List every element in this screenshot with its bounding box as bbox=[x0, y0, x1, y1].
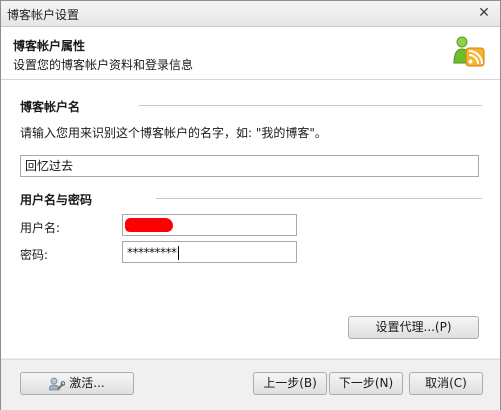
back-button[interactable]: 上一步(B) bbox=[253, 372, 327, 395]
redacted-username bbox=[125, 218, 173, 232]
close-icon: ✕ bbox=[478, 5, 490, 21]
proxy-settings-button[interactable]: 设置代理...(P) bbox=[348, 316, 479, 339]
header-panel: 博客帐户属性 设置您的博客帐户资料和登录信息 bbox=[1, 27, 500, 80]
blog-name-section-title: 博客帐户名 bbox=[20, 100, 81, 114]
user-wrench-icon bbox=[49, 377, 66, 390]
blog-account-icon bbox=[453, 36, 485, 67]
blog-name-hint: 请输入您用来识别这个博客帐户的名字，如: "我的博客"。 bbox=[20, 126, 327, 140]
section-divider bbox=[156, 198, 482, 199]
activate-label: 激活... bbox=[69, 376, 105, 390]
username-input[interactable] bbox=[122, 214, 297, 236]
username-label: 用户名: bbox=[20, 221, 61, 235]
blog-account-settings-dialog: 博客帐户设置 ✕ 博客帐户属性 设置您的博客帐户资料和登录信息 博客帐户名 请输… bbox=[0, 0, 501, 410]
activate-button[interactable]: 激活... bbox=[20, 372, 134, 395]
footer-bar: 激活... 上一步(B) 下一步(N) 取消(C) bbox=[1, 359, 500, 410]
window-title: 博客帐户设置 bbox=[7, 8, 80, 22]
header-subtitle: 设置您的博客帐户资料和登录信息 bbox=[13, 58, 194, 72]
text-caret bbox=[177, 245, 179, 260]
section-divider bbox=[139, 105, 482, 106]
next-button[interactable]: 下一步(N) bbox=[329, 372, 403, 395]
dialog-body: 博客帐户名 请输入您用来识别这个博客帐户的名字，如: "我的博客"。 回忆过去 … bbox=[1, 80, 500, 358]
password-value: ********* bbox=[127, 245, 177, 260]
title-bar: 博客帐户设置 ✕ bbox=[1, 1, 500, 27]
credentials-section-title: 用户名与密码 bbox=[20, 193, 93, 207]
password-input[interactable]: ********* bbox=[122, 241, 297, 263]
password-label: 密码: bbox=[20, 248, 49, 262]
blog-name-input[interactable]: 回忆过去 bbox=[20, 155, 479, 177]
cancel-button[interactable]: 取消(C) bbox=[409, 372, 483, 395]
blog-name-value: 回忆过去 bbox=[25, 159, 74, 173]
header-title: 博客帐户属性 bbox=[13, 39, 86, 53]
close-button[interactable]: ✕ bbox=[476, 5, 492, 21]
